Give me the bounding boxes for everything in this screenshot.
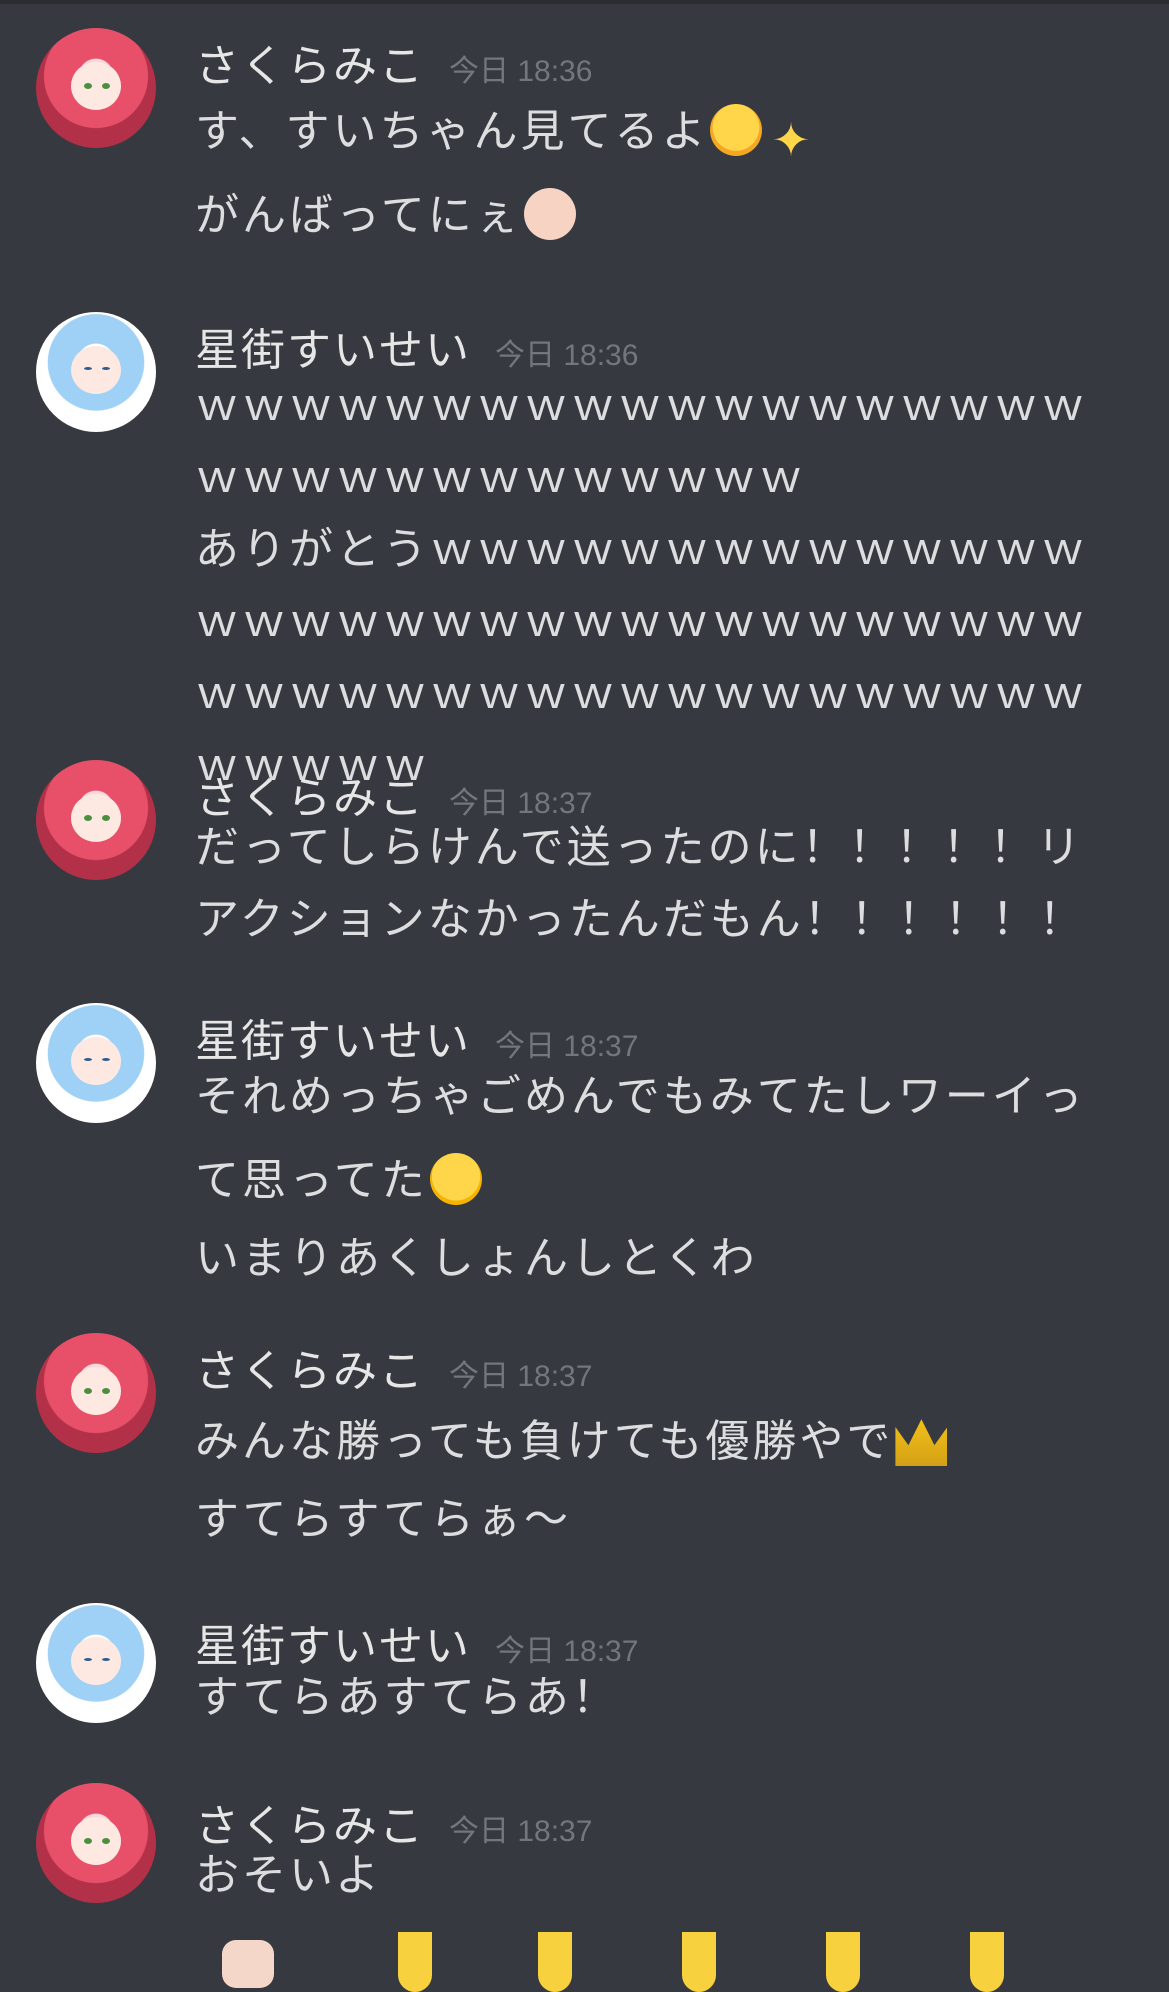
message-text: す、すいちゃん見てるよ: [195, 106, 709, 157]
banana-icon: [970, 1932, 1004, 1992]
avatar-face: [71, 794, 121, 842]
avatar-face: [71, 346, 121, 394]
message-header: 星街すいせい 今日 18:36: [195, 314, 638, 378]
avatar-eye: [102, 83, 110, 89]
author-name[interactable]: 星街すいせい: [195, 314, 471, 378]
avatar-face: [71, 1367, 121, 1415]
message-body: すてらあすてらあ！: [195, 1662, 1125, 1734]
banana-icon: [826, 1932, 860, 1992]
sparkles-icon: ✦: [771, 113, 814, 167]
message-line: すてらあすてらあ！: [195, 1672, 619, 1723]
message-line: それめっちゃごめんでもみてたしワーイって思ってた: [195, 1055, 1125, 1223]
message-header: さくらみこ 今日 18:37: [195, 1335, 592, 1399]
message-body: みんな勝っても負けても優勝やで すてらすてらぁ～: [195, 1400, 1125, 1556]
banana-icon: [538, 1932, 572, 1992]
message-body: だってしらけんで送ったのに！！！！！リアクションなかったんだもん！！！！！！: [195, 812, 1125, 956]
message-line: がんばってにぇ: [195, 180, 1125, 252]
message-line: おそいよ: [195, 1850, 383, 1901]
message-text: がんばってにぇ: [195, 190, 522, 241]
avatar-eye: [102, 1658, 110, 1661]
avatar-eye: [84, 83, 92, 89]
avatar[interactable]: [36, 1783, 156, 1903]
message-body: おそいよ: [195, 1840, 1125, 1912]
author-name[interactable]: さくらみこ: [195, 30, 425, 94]
avatar-eye: [84, 1058, 92, 1061]
avatar-eye: [84, 1388, 92, 1394]
avatar-eye: [84, 815, 92, 821]
avatar-eye: [102, 367, 110, 370]
author-name[interactable]: さくらみこ: [195, 1335, 425, 1399]
banana-icon: [682, 1932, 716, 1992]
timestamp: 今日 18:36: [495, 339, 639, 372]
fist-icon: [222, 1940, 274, 1988]
message-line: いまりあくしょんしとくわ: [195, 1233, 758, 1284]
avatar[interactable]: [36, 1003, 156, 1123]
timestamp: 今日 18:37: [449, 1360, 593, 1393]
message-line: ありがとうｗｗｗｗｗｗｗｗｗｗｗｗｗｗｗｗｗｗｗｗｗｗｗｗｗｗｗｗｗｗｗｗｗｗｗ…: [195, 524, 1088, 791]
avatar-eye: [84, 367, 92, 370]
avatar-face: [71, 1037, 121, 1085]
avatar[interactable]: [36, 1333, 156, 1453]
sweat-smile-icon: [710, 104, 763, 156]
message-line: みんな勝っても負けても優勝やで: [195, 1400, 1125, 1484]
avatar[interactable]: [36, 28, 156, 148]
message-line: すてらすてらぁ～: [195, 1494, 571, 1545]
avatar[interactable]: [36, 312, 156, 432]
avatar-face: [71, 1817, 121, 1865]
message-header: さくらみこ 今日 18:36: [195, 30, 592, 94]
banana-icon: [398, 1932, 432, 1992]
avatar-eye: [84, 1658, 92, 1661]
avatar-eye: [102, 1058, 110, 1061]
avatar-face: [71, 1637, 121, 1685]
message-line: ｗｗｗｗｗｗｗｗｗｗｗｗｗｗｗｗｗｗｗｗｗｗｗｗｗｗｗｗｗｗｗｗ: [195, 380, 1088, 503]
baby-icon: [523, 188, 576, 240]
crown-icon: [895, 1419, 948, 1466]
avatar-eye: [102, 815, 110, 821]
timestamp: 今日 18:36: [449, 55, 593, 88]
message-body: す、すいちゃん見てるよ ✦ がんばってにぇ: [195, 96, 1125, 252]
avatar-face: [71, 62, 121, 110]
avatar[interactable]: [36, 760, 156, 880]
avatar-eye: [102, 1388, 110, 1394]
message-text: みんな勝っても負けても優勝やで: [195, 1416, 894, 1467]
message-body: それめっちゃごめんでもみてたしワーイって思ってた いまりあくしょんしとくわ: [195, 1055, 1125, 1295]
message-line: だってしらけんで送ったのに！！！！！リアクションなかったんだもん！！！！！！: [195, 822, 1086, 945]
message-body: ｗｗｗｗｗｗｗｗｗｗｗｗｗｗｗｗｗｗｗｗｗｗｗｗｗｗｗｗｗｗｗｗ ありがとうｗｗ…: [195, 370, 1115, 802]
avatar-eye: [102, 1838, 110, 1844]
avatar-eye: [84, 1838, 92, 1844]
message-text: それめっちゃごめんでもみてたしワーイって思ってた: [195, 1071, 1086, 1206]
avatar[interactable]: [36, 1603, 156, 1723]
top-divider: [0, 0, 1169, 4]
grin-icon: [429, 1153, 482, 1205]
message-line: す、すいちゃん見てるよ ✦: [195, 96, 1125, 168]
